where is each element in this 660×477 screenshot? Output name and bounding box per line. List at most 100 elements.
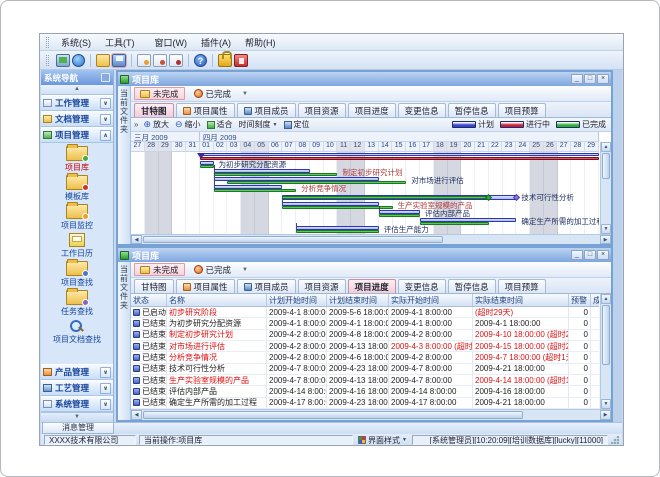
scroll-thumb[interactable] <box>602 305 610 365</box>
gantt-tab-6[interactable]: 暂停信息 <box>448 103 496 117</box>
scroll-down-arrow[interactable]: ▼ <box>601 224 611 234</box>
scroll-left-arrow[interactable]: ◀ <box>131 235 142 244</box>
table-tab-2[interactable]: 项目成员 <box>237 279 296 293</box>
pin-icon[interactable] <box>101 73 110 82</box>
save-icon[interactable] <box>112 54 126 67</box>
sidebar-item-project-doc-search[interactable]: 项目文档查找 <box>41 318 113 345</box>
gantt-horizontal-scrollbar[interactable]: ◀ ▶ <box>131 234 611 244</box>
scroll-up-arrow[interactable]: ▲ <box>601 142 611 152</box>
scroll-left-arrow[interactable]: ◀ <box>131 410 142 420</box>
column-header-7[interactable]: 成 <box>591 294 599 306</box>
table-row[interactable]: 已结束确定生产所需的加工过程2009-4-17 8:00:002009-4-23… <box>131 398 599 409</box>
gantt-tool-locate[interactable]: 定位 <box>284 119 310 130</box>
gantt-tab-5[interactable]: 变更信息 <box>398 103 446 117</box>
current-folder-strip[interactable]: 当前文件夹 <box>118 86 131 244</box>
table-row[interactable]: 已结束技术可行性分析2009-4-7 8:00:002009-4-23 18:0… <box>131 364 599 375</box>
table-tab-4[interactable]: 项目进度 <box>348 279 396 293</box>
gantt-tab-1[interactable]: 项目属性 <box>176 103 235 117</box>
toolbar-overflow-icon[interactable]: » <box>134 120 138 129</box>
table-row[interactable]: 已结束为初步研究分配资源2009-4-1 8:00:002009-4-1 18:… <box>131 318 599 329</box>
close-button[interactable]: × <box>597 250 609 260</box>
gantt-tab-2[interactable]: 项目成员 <box>237 103 296 117</box>
table-viewtab-finished[interactable]: 已完成 <box>188 263 238 276</box>
sidebar-item-work-calendar[interactable]: 工作日历 <box>41 232 113 259</box>
table-row[interactable]: 已结束生产实验室规模的产品2009-4-7 8:00:002009-4-13 1… <box>131 375 599 386</box>
monitor-icon[interactable] <box>56 54 70 67</box>
table-row[interactable]: 已结束评估内部产品2009-4-14 8:00:002009-4-16 18:0… <box>131 386 599 397</box>
table-row[interactable]: 已结束制定初步研究计划2009-4-2 8:00:002009-4-8 18:0… <box>131 330 599 341</box>
column-header-5[interactable]: 实际结束时间 <box>473 294 569 306</box>
minimize-button[interactable]: _ <box>571 74 583 84</box>
resize-grip[interactable] <box>611 436 619 444</box>
column-header-4[interactable]: 实际开始时间 <box>389 294 473 306</box>
sidebar-item-project-search[interactable]: 项目查找 <box>41 260 113 288</box>
gantt-tab-0[interactable]: 甘特图 <box>134 103 174 117</box>
gantt-tool-zoom-out[interactable]: ⊖缩小 <box>175 119 201 130</box>
maximize-button[interactable]: □ <box>584 250 596 260</box>
sidebar-item-project-monitor[interactable]: 项目监控 <box>41 203 113 231</box>
table-row[interactable]: 已启动初步研究阶段2009-4-1 8:00:002009-5-6 18:00:… <box>131 307 599 318</box>
gantt-tool-fit[interactable]: 适合 <box>207 119 233 130</box>
chevron-down-icon[interactable]: ∨ <box>100 383 111 394</box>
interface-style-button[interactable]: 界面样式 ▼ <box>356 435 409 446</box>
doc-delete-icon[interactable] <box>169 54 183 67</box>
chevron-down-icon[interactable]: ∨ <box>100 114 111 125</box>
globe-icon[interactable] <box>72 54 85 67</box>
menu-item-system[interactable]: 系统(S) <box>54 37 98 49</box>
doc-new-icon[interactable] <box>137 54 151 67</box>
gantt-tab-3[interactable]: 项目资源 <box>298 103 346 117</box>
menu-item-window[interactable]: 窗口(W) <box>148 37 195 49</box>
viewtabs-overflow-icon[interactable]: ▼ <box>242 267 248 273</box>
message-mgmt-tab[interactable]: 消息管理 <box>42 423 114 434</box>
menu-item-help[interactable]: 帮助(H) <box>238 37 283 49</box>
sidebar-section-project-mgmt[interactable]: 项目管理∧ <box>41 127 113 143</box>
sidebar-item-task-search[interactable]: 任务查找 <box>41 289 113 317</box>
maximize-button[interactable]: □ <box>584 74 596 84</box>
gantt-tool-time-scale[interactable]: 时间刻度▼ <box>239 119 278 130</box>
table-tab-1[interactable]: 项目属性 <box>176 279 235 293</box>
column-header-2[interactable]: 计划开始时间 <box>267 294 327 306</box>
chevron-down-icon[interactable]: ∨ <box>100 399 111 410</box>
scroll-up-arrow[interactable]: ▲ <box>601 294 611 304</box>
gantt-window-titlebar[interactable]: 项目库 _ □ × <box>118 72 611 86</box>
table-horizontal-scrollbar[interactable]: ◀ ▶ <box>131 409 611 420</box>
table-vertical-scrollbar[interactable]: ▲ ▼ <box>600 294 611 409</box>
sidebar-section-product-mgmt[interactable]: 产品管理∨ <box>41 364 113 380</box>
table-tab-5[interactable]: 变更信息 <box>398 279 446 293</box>
sidebar-section-system-mgmt[interactable]: 系统管理∨ <box>41 396 113 412</box>
scroll-right-arrow[interactable]: ▶ <box>600 410 611 420</box>
exit-icon[interactable] <box>234 54 248 67</box>
help-icon[interactable]: ? <box>194 54 207 67</box>
sidebar-section-process-mgmt[interactable]: 工艺管理∨ <box>41 380 113 396</box>
scroll-right-arrow[interactable]: ▶ <box>600 235 611 244</box>
table-tab-3[interactable]: 项目资源 <box>298 279 346 293</box>
gantt-tab-4[interactable]: 项目进度 <box>348 103 396 117</box>
chevron-up-icon[interactable]: ∧ <box>100 130 111 141</box>
scroll-thumb[interactable] <box>602 153 610 179</box>
scroll-thumb[interactable] <box>143 411 523 419</box>
column-header-1[interactable]: 名称 <box>167 294 267 306</box>
column-header-6[interactable]: 预警 <box>569 294 591 306</box>
scroll-down-arrow[interactable]: ▼ <box>601 399 611 409</box>
viewtabs-overflow-icon[interactable]: ▼ <box>242 91 248 97</box>
doc-edit-icon[interactable] <box>153 54 167 67</box>
table-tab-7[interactable]: 项目预算 <box>498 279 546 293</box>
minimize-button[interactable]: _ <box>571 250 583 260</box>
sidebar-overflow-button[interactable]: ▼ <box>41 412 113 422</box>
sidebar-collapse-button[interactable]: ▲ <box>41 85 113 95</box>
gantt-tab-7[interactable]: 项目预算 <box>498 103 546 117</box>
sidebar-section-work-mgmt[interactable]: 工作管理∨ <box>41 95 113 111</box>
lock-icon[interactable] <box>218 54 232 67</box>
current-folder-strip[interactable]: 当前文件夹 <box>118 262 131 420</box>
menu-item-plugins[interactable]: 插件(A) <box>194 37 238 49</box>
gantt-viewtab-finished[interactable]: 已完成 <box>188 87 238 100</box>
sidebar-item-template-library[interactable]: 模板库 <box>41 174 113 202</box>
table-row[interactable]: 已结束分析竞争情况2009-4-2 8:00:002009-4-6 18:00:… <box>131 352 599 363</box>
sidebar-section-doc-mgmt[interactable]: 文档管理∨ <box>41 111 113 127</box>
column-header-0[interactable]: 状态 <box>131 294 167 306</box>
chevron-down-icon[interactable]: ∨ <box>100 367 111 378</box>
chevron-down-icon[interactable]: ∨ <box>100 98 111 109</box>
table-tab-0[interactable]: 甘特图 <box>134 279 174 293</box>
column-header-3[interactable]: 计划结束时间 <box>327 294 389 306</box>
gantt-tool-zoom-in[interactable]: ⊕放大 <box>143 119 169 130</box>
